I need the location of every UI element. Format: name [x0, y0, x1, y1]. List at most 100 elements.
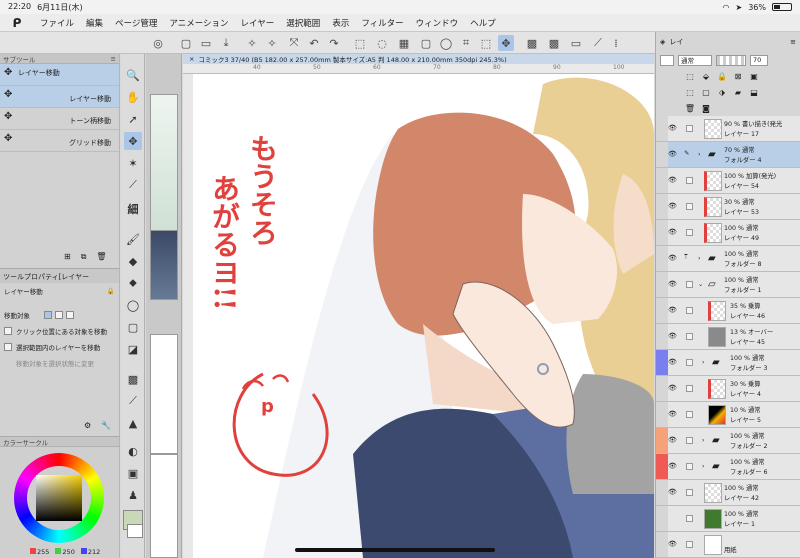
app-logo-icon[interactable]: ᑭ	[0, 16, 34, 30]
fill-icon[interactable]: ⬥	[124, 274, 142, 292]
balloon-icon[interactable]: ◐	[124, 442, 142, 460]
visibility-eye-icon[interactable]: 👁	[668, 384, 678, 392]
page-thumbnail[interactable]	[150, 230, 178, 300]
option-row[interactable]: クリック位置にある対象を移動	[0, 323, 119, 339]
fill-icon[interactable]: ▦	[396, 35, 412, 51]
lock-icon[interactable]: 🔒	[716, 70, 728, 82]
chevron-right-icon[interactable]: ›	[698, 255, 701, 262]
visibility-eye-icon[interactable]: 👁	[668, 410, 678, 418]
chevron-right-icon[interactable]: ›	[698, 151, 701, 158]
close-icon[interactable]: ×	[189, 55, 194, 63]
select-rect-icon[interactable]: ▢	[418, 35, 434, 51]
layer-row[interactable]: 👁 100 % 通常 レイヤー 42	[668, 480, 800, 506]
grid-icon[interactable]: ▩	[524, 35, 540, 51]
overflow-menu-icon[interactable]: ⁞	[608, 35, 624, 51]
draft-icon[interactable]: ⬚	[684, 86, 696, 98]
lasso-icon[interactable]: ◯	[438, 35, 454, 51]
option-row[interactable]: 選択範囲内のレイヤーを移動	[0, 339, 119, 355]
layer-row[interactable]: 👁 › ▰ 100 % 通常 フォルダー 6	[668, 454, 800, 480]
menu-help[interactable]: ヘルプ	[464, 17, 502, 29]
checkbox[interactable]	[4, 343, 12, 351]
operation-icon[interactable]: ➚	[124, 110, 142, 128]
tone-icon[interactable]: ▩	[124, 370, 142, 388]
target-grid-toggle[interactable]	[66, 311, 74, 319]
layer-row[interactable]: 👁 用紙	[668, 532, 800, 558]
mask-icon[interactable]: ▣	[748, 70, 760, 82]
layer-row[interactable]: 👁 ⍑ › ▰ 100 % 通常 フォルダー 8	[668, 246, 800, 272]
page-thumbnail[interactable]	[150, 94, 178, 234]
clear-icon[interactable]: ◌	[374, 35, 390, 51]
menu-edit[interactable]: 編集	[80, 17, 109, 29]
duplicate-icon[interactable]: ⧉	[81, 252, 87, 262]
eraser-icon[interactable]: ▭	[568, 35, 584, 51]
canvas-tab[interactable]: × コミック3 37/40 (B5 182.00 x 257.00mm 製本サイ…	[183, 54, 654, 64]
visibility-eye-icon[interactable]: 👁	[668, 306, 678, 314]
undo-icon[interactable]: ↶	[306, 35, 322, 51]
transform-icon[interactable]: ⤧	[286, 35, 302, 51]
scale-icon[interactable]: ⬚	[478, 35, 494, 51]
option-row[interactable]: 移動対象を選択状態に変更	[0, 355, 119, 371]
ruler-icon[interactable]: ⟋	[124, 392, 142, 410]
menu-window[interactable]: ウィンドウ	[410, 17, 465, 29]
menu-page[interactable]: ページ管理	[109, 17, 163, 29]
checkbox[interactable]	[4, 327, 12, 335]
layer-row[interactable]: 👁 30 % 乗算 レイヤー 4	[668, 376, 800, 402]
layer-row[interactable]: 👁 › ▰ 100 % 通常 フォルダー 3	[668, 350, 800, 376]
target-layer-toggle[interactable]	[44, 311, 52, 319]
chevron-down-icon[interactable]: ⌄	[698, 281, 703, 288]
hue-wheel[interactable]	[14, 453, 104, 543]
menu-selection[interactable]: 選択範囲	[280, 17, 326, 29]
hand-icon[interactable]: ✋	[124, 88, 142, 106]
lock-icon[interactable]: 🔒	[107, 287, 115, 295]
panel-menu-icon[interactable]: ≡	[790, 38, 796, 46]
home-indicator[interactable]	[295, 548, 495, 552]
wrench-icon[interactable]: 🔧	[101, 421, 111, 430]
drawing-canvas[interactable]: もうそろ あがるヨ!! p	[193, 74, 654, 558]
layer-row[interactable]: 👁 30 % 通常 レイヤー 53	[668, 194, 800, 220]
brush-icon[interactable]: 🖌	[124, 230, 142, 248]
opacity-value[interactable]: 70	[750, 54, 768, 66]
settings-icon[interactable]: ⚙	[84, 421, 91, 430]
panel-menu-icon[interactable]: ≡	[111, 55, 116, 63]
redo-icon[interactable]: ↷	[326, 35, 342, 51]
layer-row[interactable]: 👁 100 % 加算(発光) レイヤー 54	[668, 168, 800, 194]
visibility-eye-icon[interactable]: 👁	[668, 202, 678, 210]
color-circle-title[interactable]: カラーサークル	[3, 437, 48, 447]
lock-alpha-icon[interactable]: ⊠	[732, 70, 744, 82]
trash-icon[interactable]: 🗑	[96, 252, 106, 262]
visibility-eye-icon[interactable]: 👁	[668, 436, 678, 444]
frame-icon[interactable]: ▣	[124, 464, 142, 482]
chevron-right-icon[interactable]: ›	[702, 437, 705, 444]
layer-row[interactable]: 100 % 通常 レイヤー 1	[668, 506, 800, 532]
menu-filter[interactable]: フィルター	[355, 17, 409, 29]
visibility-eye-icon[interactable]: 👁	[668, 488, 678, 496]
opacity-slider[interactable]	[716, 54, 746, 66]
open-file-icon[interactable]: ▭	[198, 35, 214, 51]
move-layer-icon[interactable]: ✥	[124, 132, 142, 150]
new-file-icon[interactable]: ▢	[178, 35, 194, 51]
add-icon[interactable]: ⊞	[64, 252, 71, 262]
visibility-eye-icon[interactable]: 👁	[668, 176, 678, 184]
text-icon[interactable]: ▲	[124, 414, 142, 432]
sub-tool-item[interactable]: ✥ レイヤー移動	[0, 86, 119, 108]
decoration-icon[interactable]: ♟	[124, 486, 142, 504]
sub-tool-item[interactable]: ✥ レイヤー移動	[0, 64, 119, 86]
new-folder-icon[interactable]: ▰	[732, 86, 744, 98]
visibility-eye-icon[interactable]: 👁	[668, 254, 678, 262]
visibility-eye-icon[interactable]: 👁	[668, 150, 678, 158]
layer-row[interactable]: 👁 90 % 書い描き(発光 レイヤー 17	[668, 116, 800, 142]
pen-icon[interactable]: 細	[124, 200, 142, 218]
eraser-icon[interactable]: ◆	[124, 252, 142, 270]
move-icon[interactable]: ✥	[498, 35, 514, 51]
visibility-eye-icon[interactable]: 👁	[668, 228, 678, 236]
page-thumbnail[interactable]	[150, 454, 178, 558]
layer-row[interactable]: 👁 ✎ › ▰ 70 % 通常 フォルダー 4	[668, 142, 800, 168]
tab-layer[interactable]: レイ	[669, 37, 683, 47]
clip-studio-icon[interactable]: ◎	[150, 35, 166, 51]
lasso-icon[interactable]: ◯	[124, 296, 142, 314]
visibility-eye-icon[interactable]: 👁	[668, 332, 678, 340]
new-vector-icon[interactable]: ⬗	[716, 86, 728, 98]
blend-mode-select[interactable]: 通常	[678, 54, 712, 66]
layer-row[interactable]: 👁 › ▰ 100 % 通常 フォルダー 2	[668, 428, 800, 454]
layer-row[interactable]: 👁 35 % 乗算 レイヤー 46	[668, 298, 800, 324]
